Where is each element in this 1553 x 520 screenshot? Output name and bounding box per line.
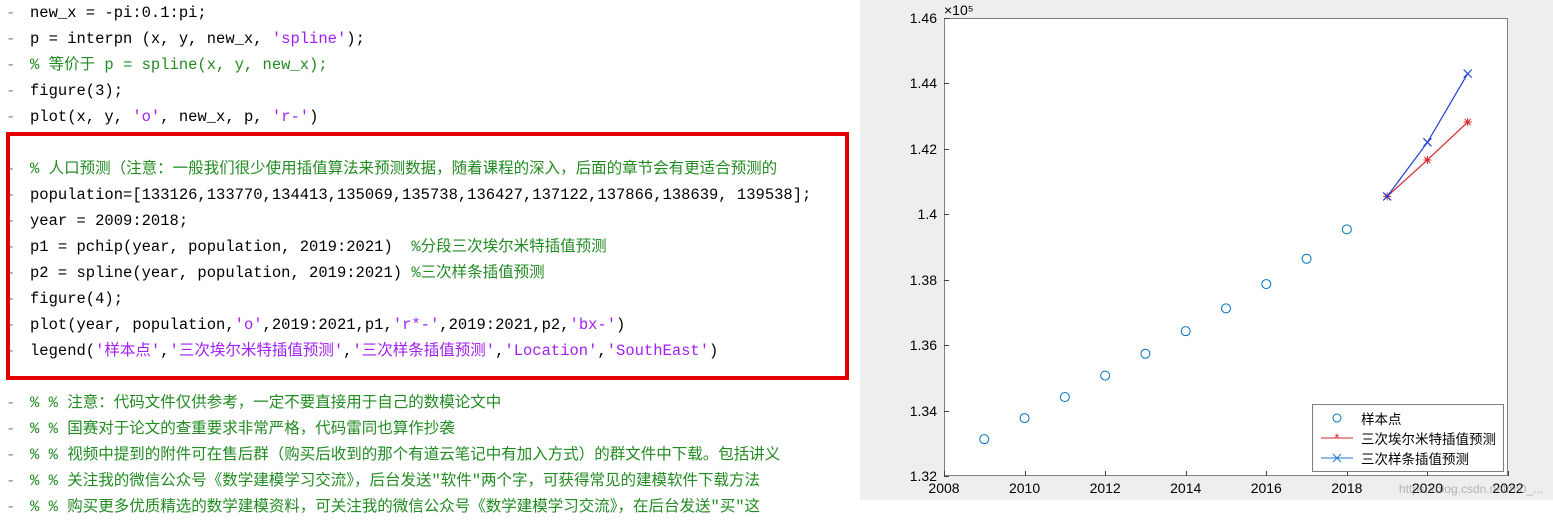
svg-text:*: * bbox=[1335, 431, 1340, 445]
y-tick-label: 1.4 bbox=[877, 206, 937, 222]
x-tick-label: 2014 bbox=[1166, 480, 1206, 496]
code-line: year = 2009:2018; bbox=[30, 208, 860, 234]
legend-item: 三次样条插值预测 bbox=[1319, 448, 1497, 468]
code-line: % 等价于 p = spline(x, y, new_x); bbox=[30, 52, 860, 78]
x-tick-label: 2010 bbox=[1005, 480, 1045, 496]
code-line: % % 购买更多优质精选的数学建模资料，可关注我的微信公众号《数学建模学习交流》… bbox=[30, 494, 860, 520]
code-line: figure(3); bbox=[30, 78, 860, 104]
x-tick-label: 2016 bbox=[1246, 480, 1286, 496]
code-line: p = interpn (x, y, new_x, 'spline'); bbox=[30, 26, 860, 52]
code-line: plot(year, population,'o',2019:2021,p1,'… bbox=[30, 312, 860, 338]
y-tick-label: 1.38 bbox=[877, 272, 937, 288]
code-line: figure(4); bbox=[30, 286, 860, 312]
x-tick-label: 2008 bbox=[924, 480, 964, 496]
code-line: plot(x, y, 'o', new_x, p, 'r-') bbox=[30, 104, 860, 130]
legend[interactable]: 样本点 * 三次埃尔米特插值预测 三次样条插值预测 bbox=[1312, 404, 1504, 472]
code-line: new_x = -pi:0.1:pi; bbox=[30, 0, 860, 26]
x-tick-label: 2012 bbox=[1085, 480, 1125, 496]
figure-window: ×10⁵ 1.321.341.361.381.41.421.441.46 200… bbox=[860, 0, 1553, 500]
y-tick-label: 1.44 bbox=[877, 75, 937, 91]
code-line bbox=[30, 130, 860, 156]
code-line: population=[133126,133770,134413,135069,… bbox=[30, 182, 860, 208]
x-tick-label: 2018 bbox=[1327, 480, 1367, 496]
y-exponent: ×10⁵ bbox=[944, 2, 974, 18]
y-tick-label: 1.36 bbox=[877, 337, 937, 353]
code-editor[interactable]: new_x = -pi:0.1:pi; p = interpn (x, y, n… bbox=[0, 0, 860, 500]
legend-item: 样本点 bbox=[1319, 408, 1497, 428]
y-tick-label: 1.42 bbox=[877, 141, 937, 157]
code-line: % % 关注我的微信公众号《数学建模学习交流》，后台发送"软件"两个字，可获得常… bbox=[30, 468, 860, 494]
code-line: % % 注意：代码文件仅供参考，一定不要直接用于自己的数模论文中 bbox=[30, 390, 860, 416]
code-line bbox=[30, 364, 860, 390]
code-line: % 人口预测（注意：一般我们很少使用插值算法来预测数据，随着课程的深入，后面的章… bbox=[30, 156, 860, 182]
y-tick-label: 1.46 bbox=[877, 10, 937, 26]
code-line: p2 = spline(year, population, 2019:2021)… bbox=[30, 260, 860, 286]
code-line: p1 = pchip(year, population, 2019:2021) … bbox=[30, 234, 860, 260]
watermark: https://blog.csdn.net/m0_... bbox=[1399, 482, 1543, 496]
y-tick-label: 1.34 bbox=[877, 403, 937, 419]
code-line: % % 视频中提到的附件可在售后群（购买后收到的那个有道云笔记中有加入方式）的群… bbox=[30, 442, 860, 468]
code-line: legend('样本点','三次埃尔米特插值预测','三次样条插值预测','Lo… bbox=[30, 338, 860, 364]
legend-item: * 三次埃尔米特插值预测 bbox=[1319, 428, 1497, 448]
code-line: % % 国赛对于论文的查重要求非常严格，代码雷同也算作抄袭 bbox=[30, 416, 860, 442]
